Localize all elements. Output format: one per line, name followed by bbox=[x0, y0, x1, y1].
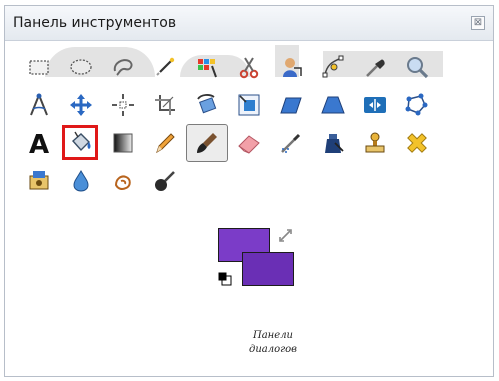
dialogs-label-line: диалогов bbox=[248, 344, 298, 355]
clone-icon bbox=[365, 132, 385, 153]
window-title: Панель инструментов bbox=[13, 15, 177, 31]
perspective-icon bbox=[321, 96, 345, 114]
color-swatches bbox=[218, 228, 298, 292]
ellipse-select-icon bbox=[70, 59, 92, 75]
rotate-icon bbox=[197, 94, 217, 114]
tool-button[interactable] bbox=[102, 48, 144, 86]
dialogs-label-line: Панели bbox=[253, 330, 293, 341]
foreground-select-icon bbox=[283, 58, 302, 77]
paintbrush-icon bbox=[197, 133, 217, 153]
tool-button[interactable] bbox=[396, 86, 438, 124]
tool-button[interactable] bbox=[60, 86, 102, 124]
shear-icon bbox=[280, 97, 302, 114]
tool-button[interactable] bbox=[144, 86, 186, 124]
tool-button[interactable] bbox=[60, 48, 102, 86]
rect-select-icon bbox=[29, 60, 49, 75]
tool-button[interactable] bbox=[60, 124, 102, 162]
dodge-burn-icon bbox=[155, 171, 175, 191]
tool-button[interactable] bbox=[396, 48, 438, 86]
tool-button[interactable] bbox=[354, 48, 396, 86]
fuzzy-select-icon bbox=[156, 57, 175, 76]
tool-button[interactable] bbox=[18, 48, 60, 86]
flip-icon bbox=[364, 97, 386, 113]
pencil-icon bbox=[156, 133, 175, 154]
tool-button[interactable] bbox=[354, 86, 396, 124]
text-icon: A bbox=[29, 130, 49, 157]
smudge-icon bbox=[114, 175, 131, 190]
tool-button[interactable] bbox=[18, 162, 60, 200]
free-select-icon bbox=[113, 59, 133, 76]
tool-button[interactable] bbox=[312, 48, 354, 86]
tool-button[interactable] bbox=[144, 124, 186, 162]
tool-button[interactable] bbox=[270, 86, 312, 124]
tool-button[interactable] bbox=[144, 48, 186, 86]
blur-sharpen-icon bbox=[73, 169, 89, 192]
tool-button[interactable] bbox=[102, 86, 144, 124]
dialogs-panel-label: Панели диалогов bbox=[238, 329, 308, 357]
crop-icon bbox=[155, 95, 175, 115]
tool-button[interactable] bbox=[396, 124, 438, 162]
cage-transform-icon bbox=[405, 93, 428, 116]
ink-icon bbox=[325, 134, 344, 153]
paths-icon bbox=[322, 55, 344, 78]
scale-icon bbox=[238, 94, 260, 116]
scissors-select-icon bbox=[239, 57, 259, 79]
title-bar[interactable]: Панель инструментов ⊠ bbox=[5, 6, 493, 41]
tool-button[interactable] bbox=[354, 124, 396, 162]
eraser-icon bbox=[238, 135, 260, 154]
tool-button[interactable] bbox=[228, 124, 270, 162]
tool-button[interactable] bbox=[102, 124, 144, 162]
tool-button[interactable] bbox=[144, 162, 186, 200]
bucket-fill-icon bbox=[72, 131, 91, 152]
blend-icon bbox=[113, 133, 133, 153]
tool-button[interactable] bbox=[228, 48, 270, 86]
airbrush-icon bbox=[281, 133, 301, 153]
tool-button[interactable] bbox=[60, 162, 102, 200]
tool-grid: A bbox=[18, 48, 438, 200]
tool-button[interactable]: A bbox=[18, 124, 60, 162]
tool-button[interactable] bbox=[270, 48, 312, 86]
svg-text:A: A bbox=[29, 130, 49, 157]
color-picker-icon bbox=[366, 59, 385, 77]
swap-colors-icon[interactable] bbox=[278, 228, 294, 244]
tool-button[interactable] bbox=[270, 124, 312, 162]
align-icon bbox=[112, 94, 134, 116]
tool-button[interactable] bbox=[186, 48, 228, 86]
zoom-icon bbox=[407, 57, 429, 79]
default-colors-icon[interactable] bbox=[218, 272, 232, 286]
tool-button[interactable] bbox=[186, 86, 228, 124]
select-by-color-icon bbox=[198, 59, 217, 78]
tool-button[interactable] bbox=[102, 162, 144, 200]
tool-button[interactable] bbox=[228, 86, 270, 124]
background-color-swatch[interactable] bbox=[242, 252, 294, 286]
tool-button[interactable] bbox=[186, 124, 228, 162]
move-icon bbox=[70, 94, 92, 116]
tool-button[interactable] bbox=[312, 86, 354, 124]
close-button[interactable]: ⊠ bbox=[471, 16, 485, 30]
healing-icon bbox=[407, 133, 427, 153]
tool-button[interactable] bbox=[18, 86, 60, 124]
measure-icon bbox=[30, 93, 48, 116]
perspective-clone-icon bbox=[29, 171, 49, 190]
tool-button[interactable] bbox=[312, 124, 354, 162]
